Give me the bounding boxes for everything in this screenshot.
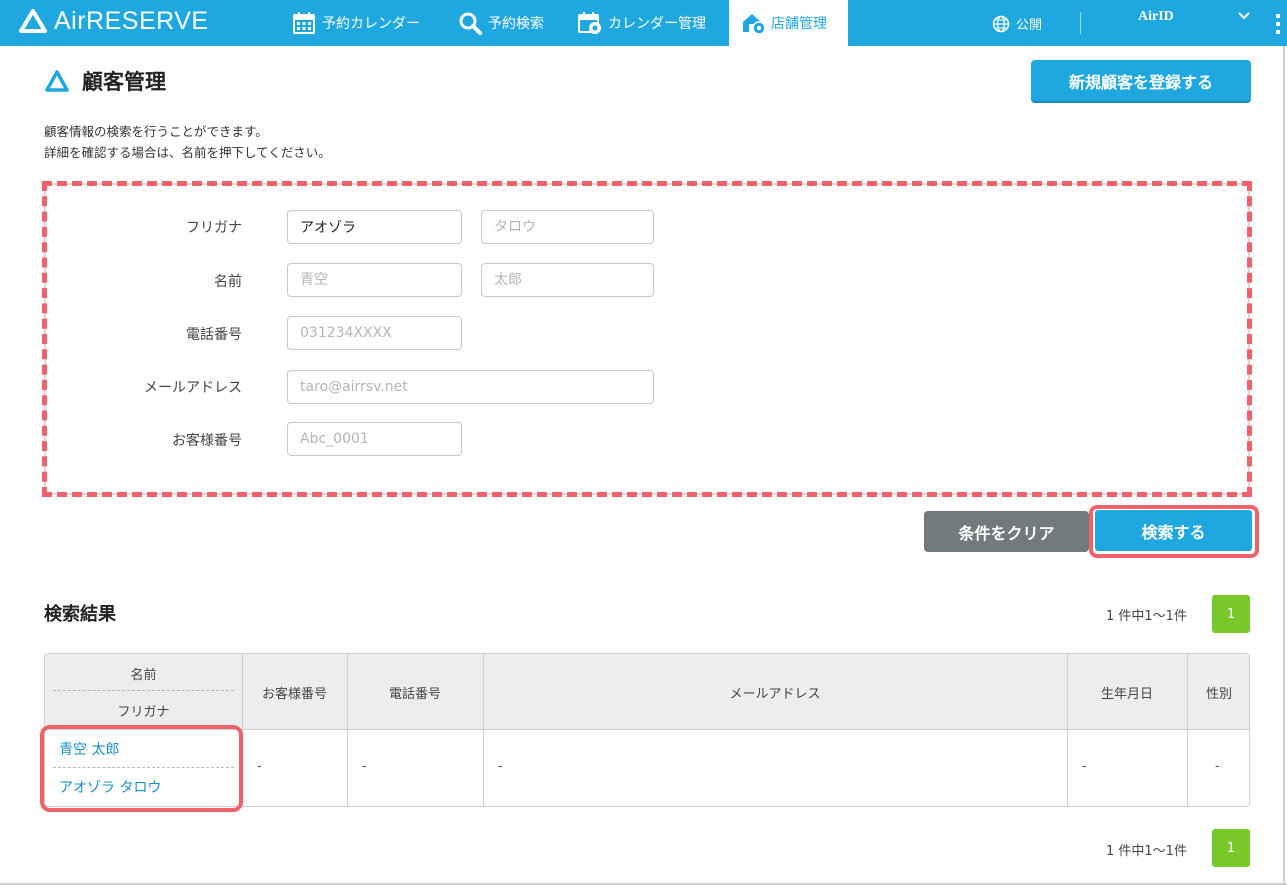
- header-phone: 電話番号: [388, 687, 441, 702]
- calendar-icon: [293, 12, 315, 34]
- nav-label: 店舗管理: [771, 16, 827, 32]
- results-count-bottom: 1 件中1～1件: [1106, 844, 1187, 859]
- column-divider: [1187, 654, 1188, 806]
- phone-input[interactable]: [287, 316, 462, 350]
- furigana-last-input[interactable]: [287, 210, 462, 244]
- airreserve-logo[interactable]: AirRESERVE: [18, 6, 209, 36]
- cell-gender: -: [1215, 759, 1220, 774]
- column-divider: [242, 654, 243, 806]
- column-divider: [483, 654, 484, 806]
- cell-customer-number: -: [257, 759, 262, 774]
- clear-conditions-button[interactable]: 条件をクリア: [924, 511, 1089, 552]
- nav-label: カレンダー管理: [608, 16, 706, 32]
- app-menu-icon[interactable]: [1274, 14, 1282, 36]
- nav-calendar-management[interactable]: カレンダー管理: [578, 0, 706, 46]
- publish-link[interactable]: 公開: [992, 14, 1042, 33]
- calendar-settings-icon: [578, 12, 601, 34]
- pagination-page-bottom[interactable]: 1: [1212, 829, 1250, 867]
- row-divider-dotted: [53, 767, 234, 768]
- header-divider: [1080, 12, 1081, 34]
- search-icon: [459, 12, 482, 35]
- publish-label: 公開: [1016, 18, 1043, 33]
- register-customer-button[interactable]: 新規顧客を登録する: [1031, 60, 1251, 101]
- furigana-label: フリガナ: [186, 220, 242, 236]
- nav-reservation-search[interactable]: 予約検索: [458, 0, 544, 46]
- phone-label: 電話番号: [186, 327, 242, 343]
- page-title-text: 顧客管理: [82, 70, 166, 94]
- triangle-icon: [45, 70, 69, 92]
- top-navigation-bar: AirRESERVE 予約カレンダー 予約検索 カレンダー管理 店舗管理 公開 …: [0, 0, 1287, 46]
- nav-reservation-calendar[interactable]: 予約カレンダー: [292, 0, 420, 46]
- page-description: 顧客情報の検索を行うことができます。 詳細を確認する場合は、名前を押下してくださ…: [44, 121, 331, 163]
- header-birthday: 生年月日: [1100, 687, 1153, 702]
- customer-name-link[interactable]: 青空 太郎: [59, 739, 119, 759]
- nav-label: 予約検索: [488, 16, 544, 32]
- chevron-down-icon[interactable]: [1236, 8, 1252, 24]
- furigana-first-input[interactable]: [481, 210, 654, 244]
- description-line: 顧客情報の検索を行うことができます。: [44, 124, 268, 139]
- airid-account[interactable]: AirID: [1138, 9, 1174, 25]
- customer-furigana-link[interactable]: アオゾラ タロウ: [59, 777, 161, 797]
- header-name: 名前: [130, 668, 157, 683]
- header-gender: 性別: [1205, 687, 1232, 702]
- name-last-input[interactable]: [287, 263, 462, 297]
- cell-email: -: [498, 759, 503, 774]
- customer-number-input[interactable]: [287, 422, 462, 456]
- frame-border-right: [1283, 46, 1285, 885]
- search-button[interactable]: 検索する: [1095, 510, 1252, 551]
- cell-phone: -: [362, 759, 367, 774]
- column-divider: [347, 654, 348, 806]
- results-table: 名前 フリガナ お客様番号 電話番号 メールアドレス 生年月日 性別 青空 太郎…: [44, 653, 1250, 807]
- email-input[interactable]: [287, 370, 654, 404]
- header-divider-dotted: [53, 690, 234, 691]
- page-title: 顧客管理: [44, 66, 166, 96]
- results-count-top: 1 件中1～1件: [1106, 609, 1187, 624]
- cell-birthday: -: [1082, 759, 1087, 774]
- results-title: 検索結果: [44, 604, 116, 625]
- logo-text: AirRESERVE: [54, 6, 209, 35]
- name-label: 名前: [214, 274, 242, 290]
- header-furigana: フリガナ: [117, 705, 170, 720]
- column-divider: [1067, 654, 1068, 806]
- nav-store-management[interactable]: 店舗管理: [729, 0, 848, 46]
- store-settings-icon: [743, 14, 765, 35]
- logo-triangle-icon: [19, 9, 47, 33]
- pagination-page-top[interactable]: 1: [1212, 595, 1250, 633]
- description-line: 詳細を確認する場合は、名前を押下してください。: [44, 145, 331, 160]
- email-label: メールアドレス: [144, 380, 242, 396]
- nav-label: 予約カレンダー: [322, 16, 420, 32]
- header-email: メールアドレス: [729, 687, 821, 702]
- header-customer-number: お客様番号: [261, 687, 327, 702]
- globe-icon: [992, 15, 1010, 32]
- customer-number-label: お客様番号: [172, 433, 242, 449]
- name-first-input[interactable]: [481, 263, 654, 297]
